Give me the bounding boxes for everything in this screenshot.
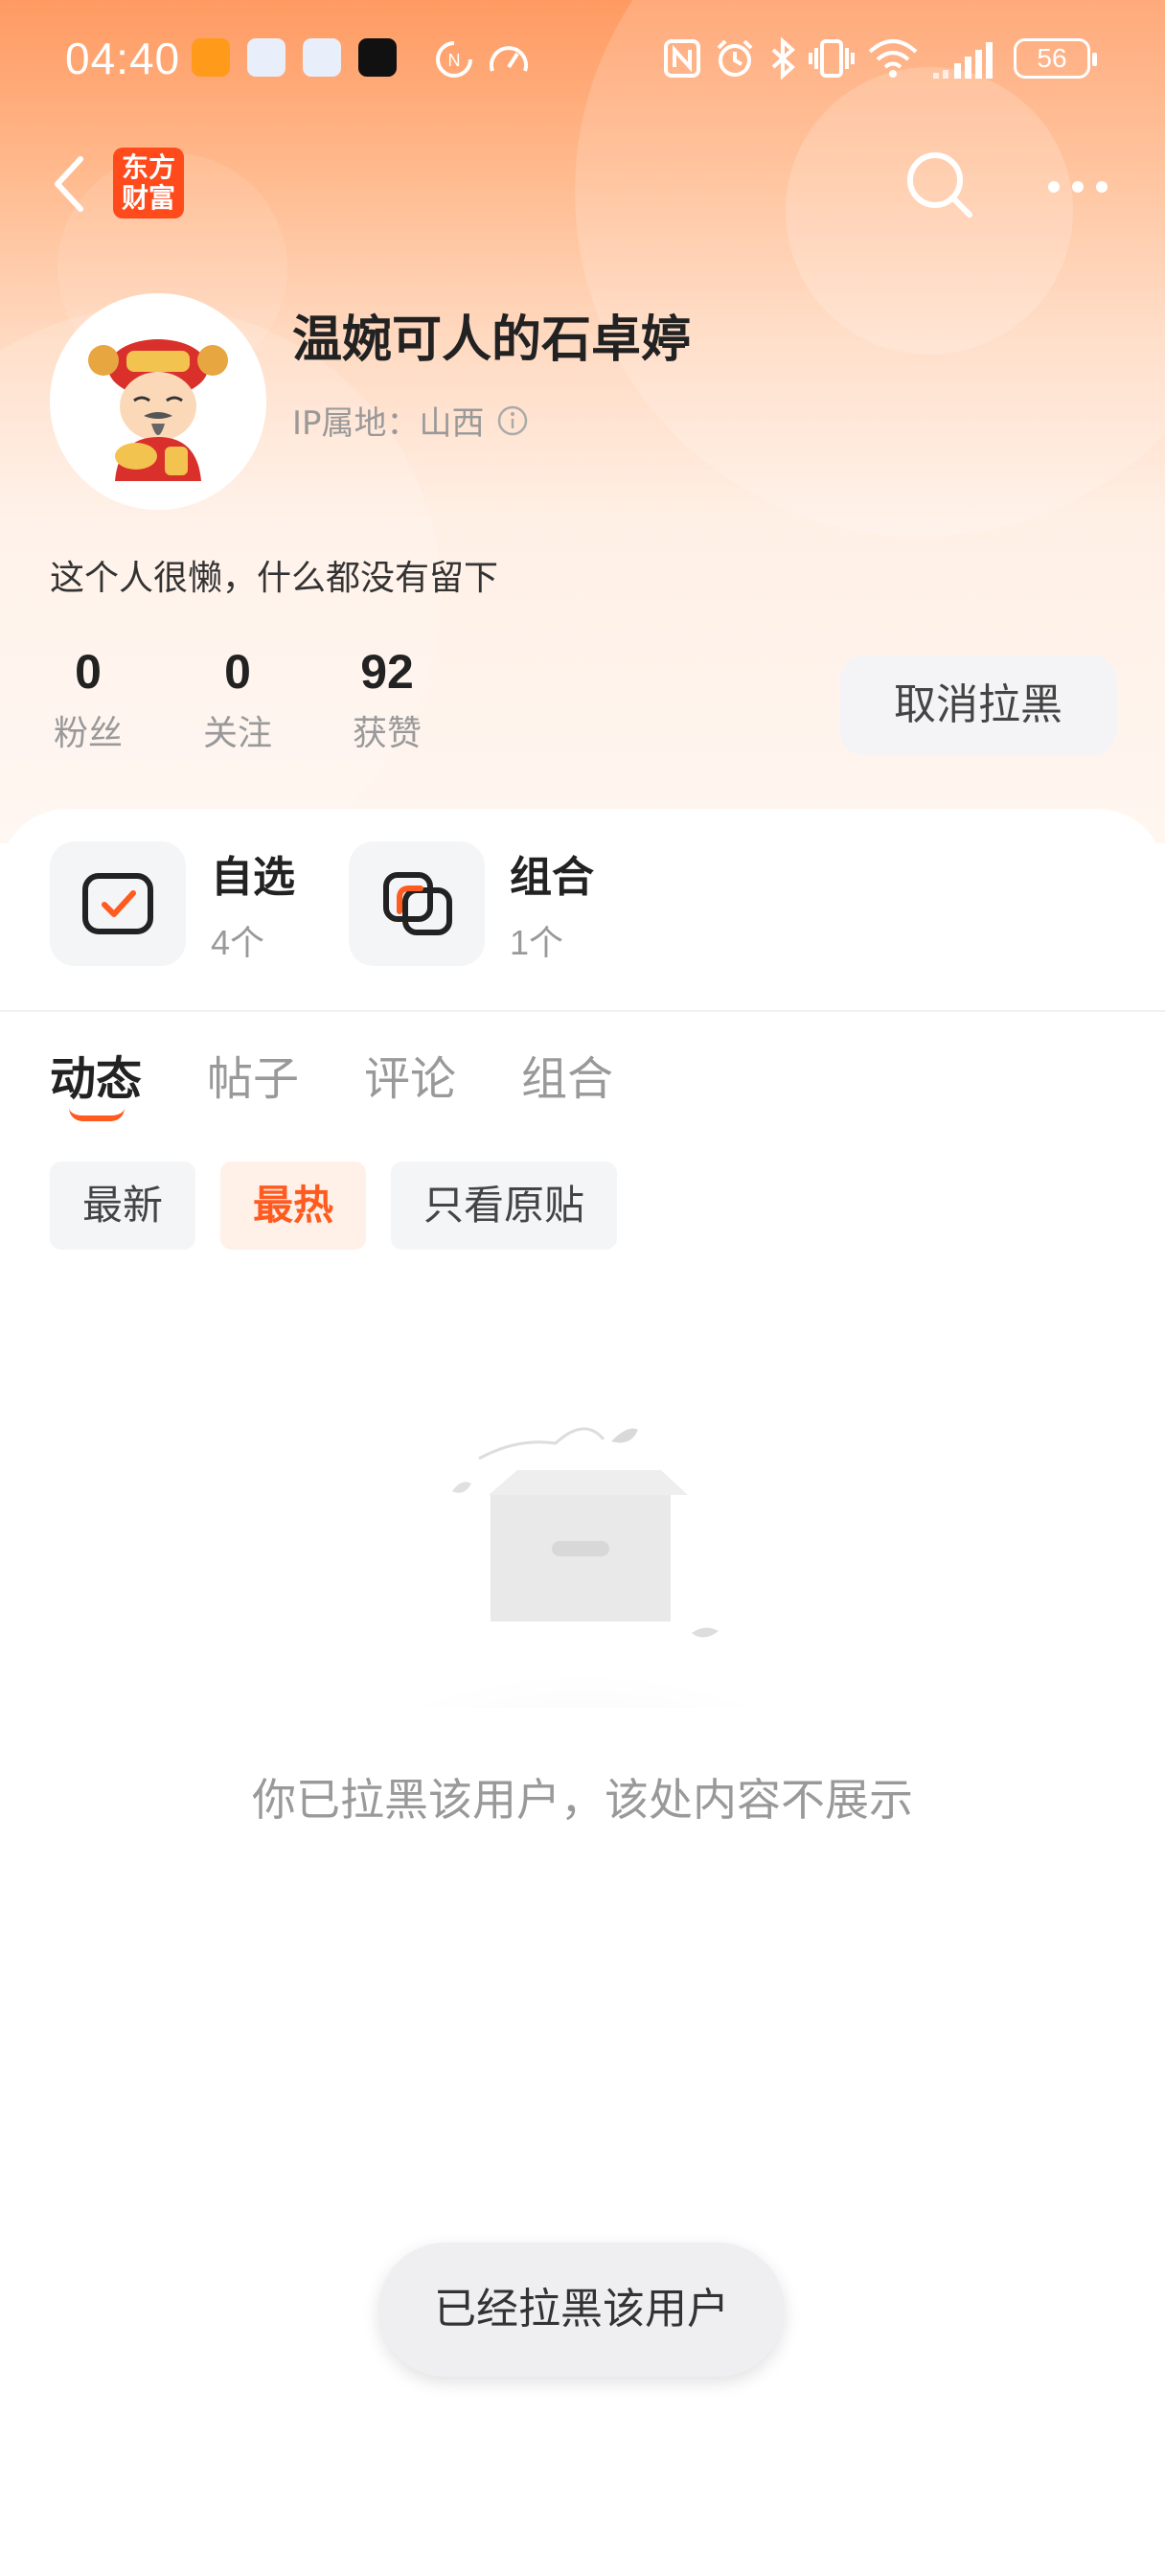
filter-latest[interactable]: 最新 xyxy=(50,1162,196,1250)
alarm-icon xyxy=(717,39,753,77)
tab-posts[interactable]: 帖子 xyxy=(207,1041,299,1127)
vibrate-icon xyxy=(809,39,855,78)
feature-count: 1个 xyxy=(510,923,564,962)
watchlist-check-icon xyxy=(82,873,153,934)
feature-portfolio[interactable]: 组合 1个 xyxy=(349,841,594,966)
speed-icon xyxy=(490,46,528,72)
app-notification-icon xyxy=(358,38,397,77)
bluetooth-icon xyxy=(771,36,795,80)
svg-text:N: N xyxy=(448,51,461,70)
empty-box-illustration xyxy=(354,1427,814,1708)
username: 温婉可人的石卓婷 xyxy=(292,311,692,369)
app-notification-icon xyxy=(192,38,230,77)
signal-icon xyxy=(933,42,993,79)
stat-likes[interactable]: 92 获赞 xyxy=(349,644,498,755)
stat-followers[interactable]: 0 粉丝 xyxy=(50,644,199,755)
data-usage-icon: N xyxy=(436,41,472,78)
tab-dynamics[interactable]: 动态 xyxy=(50,1041,142,1127)
app-notification-icon xyxy=(247,38,286,77)
nfc-icon xyxy=(664,39,700,78)
more-dots-icon xyxy=(1048,181,1108,193)
app-notification-icon xyxy=(303,38,341,77)
tab-active-indicator xyxy=(69,1108,125,1121)
stat-label: 获赞 xyxy=(352,714,422,753)
tab-label: 帖子 xyxy=(207,1052,300,1106)
filter-original-only[interactable]: 只看原贴 xyxy=(391,1162,618,1250)
feature-title: 自选 xyxy=(211,853,295,902)
stat-value: 92 xyxy=(360,645,414,699)
back-button[interactable] xyxy=(42,146,100,222)
watchlist-icon-box xyxy=(50,841,186,966)
ip-location: IP属地：山西 xyxy=(292,404,485,443)
filter-hottest[interactable]: 最热 xyxy=(220,1162,367,1250)
bio: 这个人很懒，什么都没有留下 xyxy=(50,559,499,598)
stat-value: 0 xyxy=(224,645,251,699)
tab-label: 组合 xyxy=(521,1052,614,1106)
tab-comments[interactable]: 评论 xyxy=(364,1041,456,1127)
tab-portfolio[interactable]: 组合 xyxy=(521,1041,613,1127)
section-divider xyxy=(0,1010,1165,1012)
more-button[interactable] xyxy=(1044,163,1111,211)
search-button[interactable] xyxy=(901,146,977,222)
info-icon[interactable] xyxy=(496,404,529,437)
ip-location-row: IP属地：山西 xyxy=(292,397,529,444)
stats-row: 0 粉丝 0 关注 92 获赞 xyxy=(50,644,498,755)
app-logo-line1: 东方 xyxy=(121,151,175,183)
tab-label: 评论 xyxy=(364,1052,457,1106)
feature-title: 组合 xyxy=(510,853,594,902)
wifi-icon xyxy=(868,39,918,78)
portfolio-icon xyxy=(383,872,452,935)
battery-indicator: 56 xyxy=(1014,38,1097,79)
avatar-image xyxy=(50,293,266,510)
chevron-left-icon xyxy=(55,156,83,212)
feature-count: 4个 xyxy=(211,923,265,962)
filter-chips: 最新 最热 只看原贴 xyxy=(50,1162,618,1250)
empty-state-message: 你已拉黑该用户，该处内容不展示 xyxy=(252,1774,913,1826)
stat-following[interactable]: 0 关注 xyxy=(199,644,349,755)
app-logo[interactable]: 东方 财富 xyxy=(113,148,184,218)
toast-message: 已经拉黑该用户 xyxy=(378,2242,785,2377)
status-bar: 04:40 N 56 xyxy=(0,0,1165,115)
app-logo-line2: 财富 xyxy=(121,182,175,214)
content-tabs: 动态 帖子 评论 组合 xyxy=(50,1041,613,1127)
unblock-button[interactable]: 取消拉黑 xyxy=(839,656,1117,755)
search-icon xyxy=(907,152,972,218)
avatar[interactable] xyxy=(50,293,266,510)
tab-label: 动态 xyxy=(50,1052,143,1106)
portfolio-icon-box xyxy=(349,841,485,966)
stat-label: 粉丝 xyxy=(53,714,123,753)
feature-watchlist[interactable]: 自选 4个 xyxy=(50,841,295,966)
stat-value: 0 xyxy=(75,645,102,699)
status-time: 04:40 xyxy=(65,34,181,83)
stat-label: 关注 xyxy=(202,714,272,753)
